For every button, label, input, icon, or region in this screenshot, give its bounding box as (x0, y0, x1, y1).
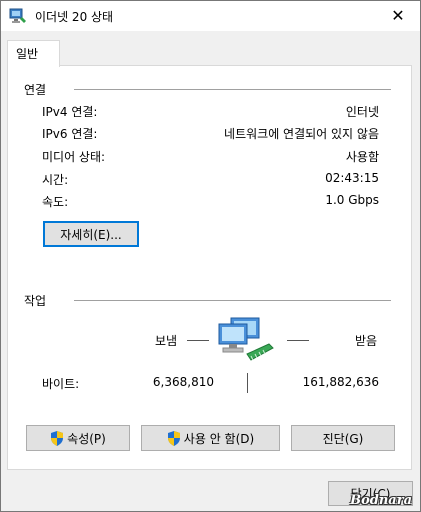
watermark-logo: Bodnara (350, 493, 412, 508)
window-title: 이더넷 20 상태 (35, 10, 114, 24)
sent-dash (187, 340, 209, 341)
speed-label: 속도: (42, 195, 69, 209)
section-heading-connection: 연결 (24, 83, 47, 97)
received-label: 받음 (355, 334, 378, 348)
section-heading-activity: 작업 (24, 294, 47, 308)
network-adapter-icon (9, 8, 26, 23)
speed-value: 1.0 Gbps (325, 193, 379, 207)
ipv6-label: IPv6 연결: (42, 127, 98, 141)
uac-shield-icon (51, 430, 64, 446)
details-button-label: 자세히(E)... (60, 227, 122, 242)
sent-label: 보냄 (155, 334, 178, 348)
duration-value: 02:43:15 (325, 171, 379, 185)
diagnose-button-label: 진단(G) (322, 431, 364, 446)
section-divider (74, 300, 391, 301)
close-window-button[interactable]: ✕ (376, 1, 420, 31)
tab-general[interactable]: 일반 (7, 40, 60, 67)
close-icon: ✕ (391, 6, 405, 25)
ipv4-label: IPv4 연결: (42, 105, 98, 119)
disable-button-label: 사용 안 함(D) (183, 431, 255, 446)
sent-bytes-value: 6,368,810 (152, 375, 214, 389)
bytes-divider (247, 373, 248, 393)
title-bar[interactable]: 이더넷 20 상태 ✕ (1, 1, 420, 31)
status-window: 이더넷 20 상태 ✕ 일반 연결 IPv4 연결: 인터넷 IPv6 연결: … (0, 0, 421, 512)
ipv6-value: 네트워크에 연결되어 있지 않음 (224, 127, 379, 141)
properties-button-label: 속성(P) (67, 431, 106, 446)
section-divider (74, 89, 391, 90)
media-state-label: 미디어 상태: (42, 150, 106, 164)
properties-button[interactable]: 속성(P) (26, 425, 130, 451)
bytes-label: 바이트: (42, 377, 80, 391)
media-state-value: 사용함 (345, 150, 379, 164)
ipv4-value: 인터넷 (345, 105, 379, 119)
duration-label: 시간: (42, 173, 69, 187)
received-dash (287, 340, 309, 341)
network-computers-icon (218, 317, 274, 361)
tab-general-label: 일반 (16, 47, 39, 61)
uac-shield-icon (167, 430, 180, 446)
received-bytes-value: 161,882,636 (302, 375, 379, 389)
details-button[interactable]: 자세히(E)... (43, 221, 139, 247)
diagnose-button[interactable]: 진단(G) (291, 425, 395, 451)
disable-button[interactable]: 사용 안 함(D) (141, 425, 280, 451)
